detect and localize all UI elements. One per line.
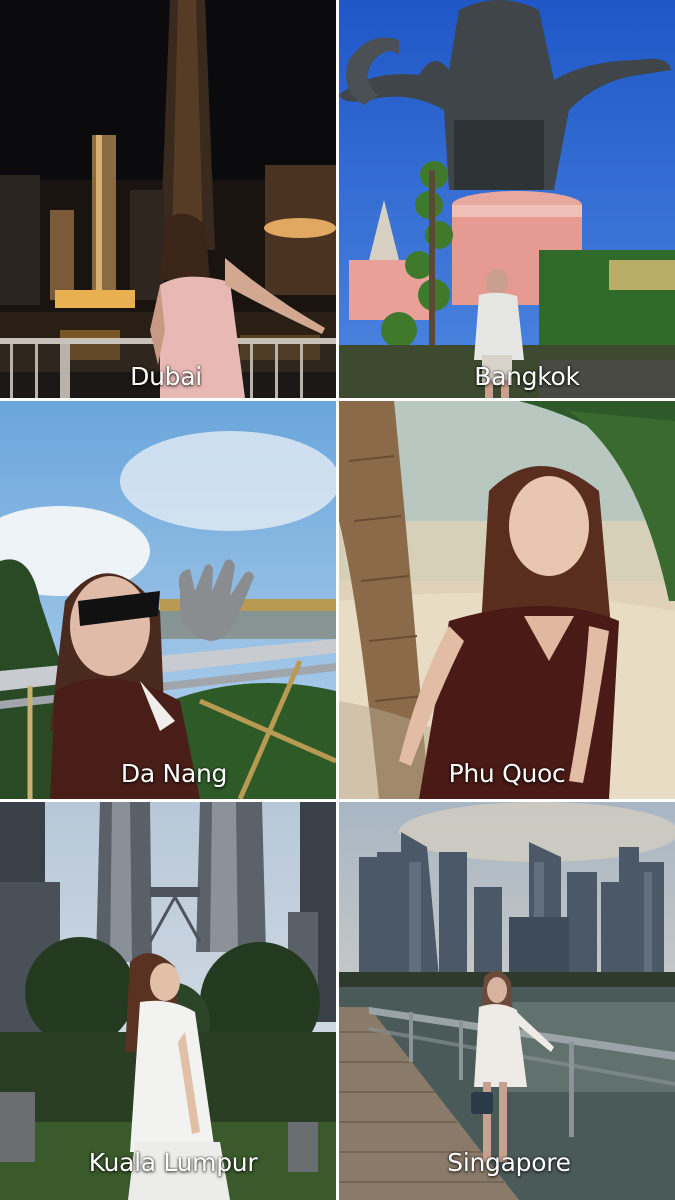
da-nang-golden-bridge-photo	[0, 401, 336, 799]
photo-tile-bangkok: Bangkok	[339, 0, 675, 398]
photo-tile-dubai: Dubai	[0, 0, 336, 398]
location-label: Phu Quoc	[448, 759, 566, 788]
kuala-lumpur-towers-photo	[0, 802, 336, 1200]
location-label: Dubai	[130, 362, 202, 391]
phu-quoc-beach-photo	[339, 401, 675, 799]
photo-tile-kuala-lumpur: Kuala Lumpur	[0, 802, 336, 1200]
photo-tile-da-nang: Da Nang	[0, 401, 336, 799]
location-label: Bangkok	[474, 362, 580, 391]
bangkok-elephant-photo	[339, 0, 675, 398]
singapore-skyline-photo	[339, 802, 675, 1200]
photo-tile-singapore: Singapore	[339, 802, 675, 1200]
location-label: Kuala Lumpur	[88, 1148, 258, 1177]
photo-collage: Dubai Bangkok Da Nang Phu Quoc Kuala Lum…	[0, 0, 675, 1200]
dubai-night-photo	[0, 0, 336, 398]
photo-tile-phu-quoc: Phu Quoc	[339, 401, 675, 799]
location-label: Singapore	[447, 1148, 571, 1177]
location-label: Da Nang	[120, 759, 228, 788]
